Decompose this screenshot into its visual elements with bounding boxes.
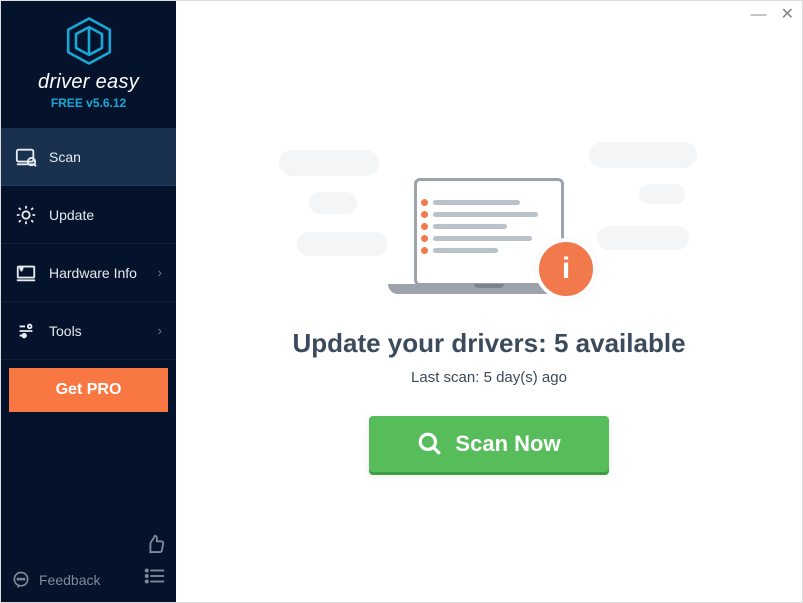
main-panel: — ✕ — [176, 1, 802, 602]
sidebar: driver easy FREE v5.6.12 Scan — [1, 1, 176, 602]
nav-label-tools: Tools — [49, 323, 82, 339]
search-icon — [417, 431, 443, 457]
available-count: 5 — [554, 328, 568, 358]
nav-label-hardware: Hardware Info — [49, 265, 137, 281]
headline: Update your drivers: 5 available — [292, 328, 685, 359]
scan-now-label: Scan Now — [455, 431, 560, 457]
nav-item-hardware[interactable]: i Hardware Info › — [1, 244, 176, 302]
chat-icon — [11, 570, 31, 590]
tools-icon — [15, 320, 37, 342]
nav-item-scan[interactable]: Scan — [1, 128, 176, 186]
hero-illustration: i — [279, 132, 699, 302]
info-badge-icon: i — [535, 238, 597, 300]
laptop-icon: i — [387, 178, 591, 296]
app-name: driver easy — [1, 71, 176, 94]
update-icon — [15, 204, 37, 226]
chevron-right-icon: › — [158, 265, 162, 280]
feedback-button[interactable]: Feedback — [11, 570, 100, 590]
hardware-icon: i — [15, 262, 37, 284]
scan-icon — [15, 146, 37, 168]
chevron-right-icon: › — [158, 323, 162, 338]
last-scan-text: Last scan: 5 day(s) ago — [411, 369, 567, 386]
feedback-label: Feedback — [39, 572, 100, 588]
app-logo-icon — [63, 15, 115, 67]
minimize-button[interactable]: — — [751, 7, 767, 23]
close-button[interactable]: ✕ — [781, 7, 794, 23]
nav-item-update[interactable]: Update — [1, 186, 176, 244]
thumbs-up-icon[interactable] — [144, 534, 166, 561]
nav-label-update: Update — [49, 207, 94, 223]
nav-item-tools[interactable]: Tools › — [1, 302, 176, 360]
get-pro-button[interactable]: Get PRO — [9, 368, 168, 412]
brand-block: driver easy FREE v5.6.12 — [1, 1, 176, 120]
nav-label-scan: Scan — [49, 149, 81, 165]
feedback-row: Feedback — [1, 526, 176, 602]
nav: Scan Update i — [1, 128, 176, 526]
scan-now-button[interactable]: Scan Now — [369, 416, 609, 472]
version-label: FREE v5.6.12 — [1, 96, 176, 110]
window-controls: — ✕ — [751, 7, 794, 23]
get-pro-label: Get PRO — [56, 381, 122, 399]
list-icon[interactable] — [144, 567, 166, 590]
